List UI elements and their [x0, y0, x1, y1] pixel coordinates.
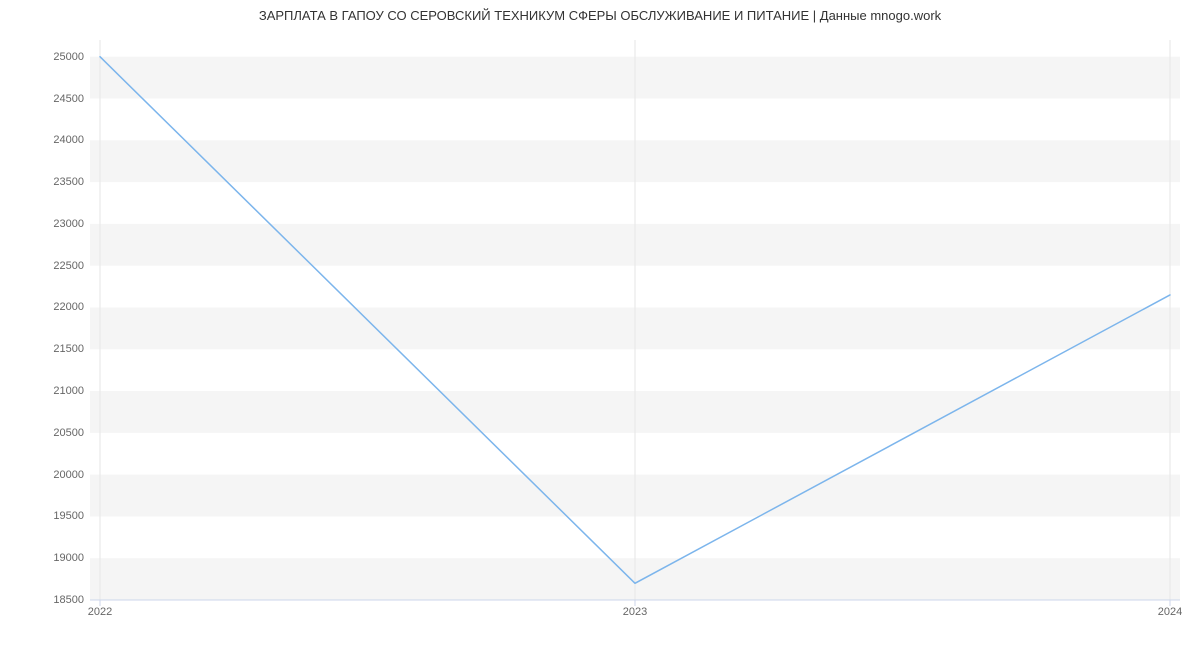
chart-title: ЗАРПЛАТА В ГАПОУ СО СЕРОВСКИЙ ТЕХНИКУМ С…: [0, 8, 1200, 23]
y-tick-label: 20500: [4, 427, 84, 439]
y-tick-label: 23500: [4, 176, 84, 188]
y-tick-label: 23000: [4, 218, 84, 230]
y-tick-label: 24500: [4, 93, 84, 105]
chart-container: ЗАРПЛАТА В ГАПОУ СО СЕРОВСКИЙ ТЕХНИКУМ С…: [0, 0, 1200, 650]
y-tick-label: 19000: [4, 552, 84, 564]
y-tick-label: 22500: [4, 260, 84, 272]
x-tick-label: 2022: [88, 606, 112, 618]
x-tick-label: 2024: [1158, 606, 1182, 618]
y-tick-label: 24000: [4, 134, 84, 146]
y-tick-label: 20000: [4, 469, 84, 481]
x-tick-label: 2023: [623, 606, 647, 618]
y-tick-label: 25000: [4, 51, 84, 63]
plot-area: [90, 40, 1180, 600]
y-tick-label: 21000: [4, 385, 84, 397]
y-tick-label: 19500: [4, 510, 84, 522]
y-tick-label: 21500: [4, 343, 84, 355]
y-tick-label: 18500: [4, 594, 84, 606]
y-tick-label: 22000: [4, 301, 84, 313]
chart-svg: [90, 40, 1180, 600]
